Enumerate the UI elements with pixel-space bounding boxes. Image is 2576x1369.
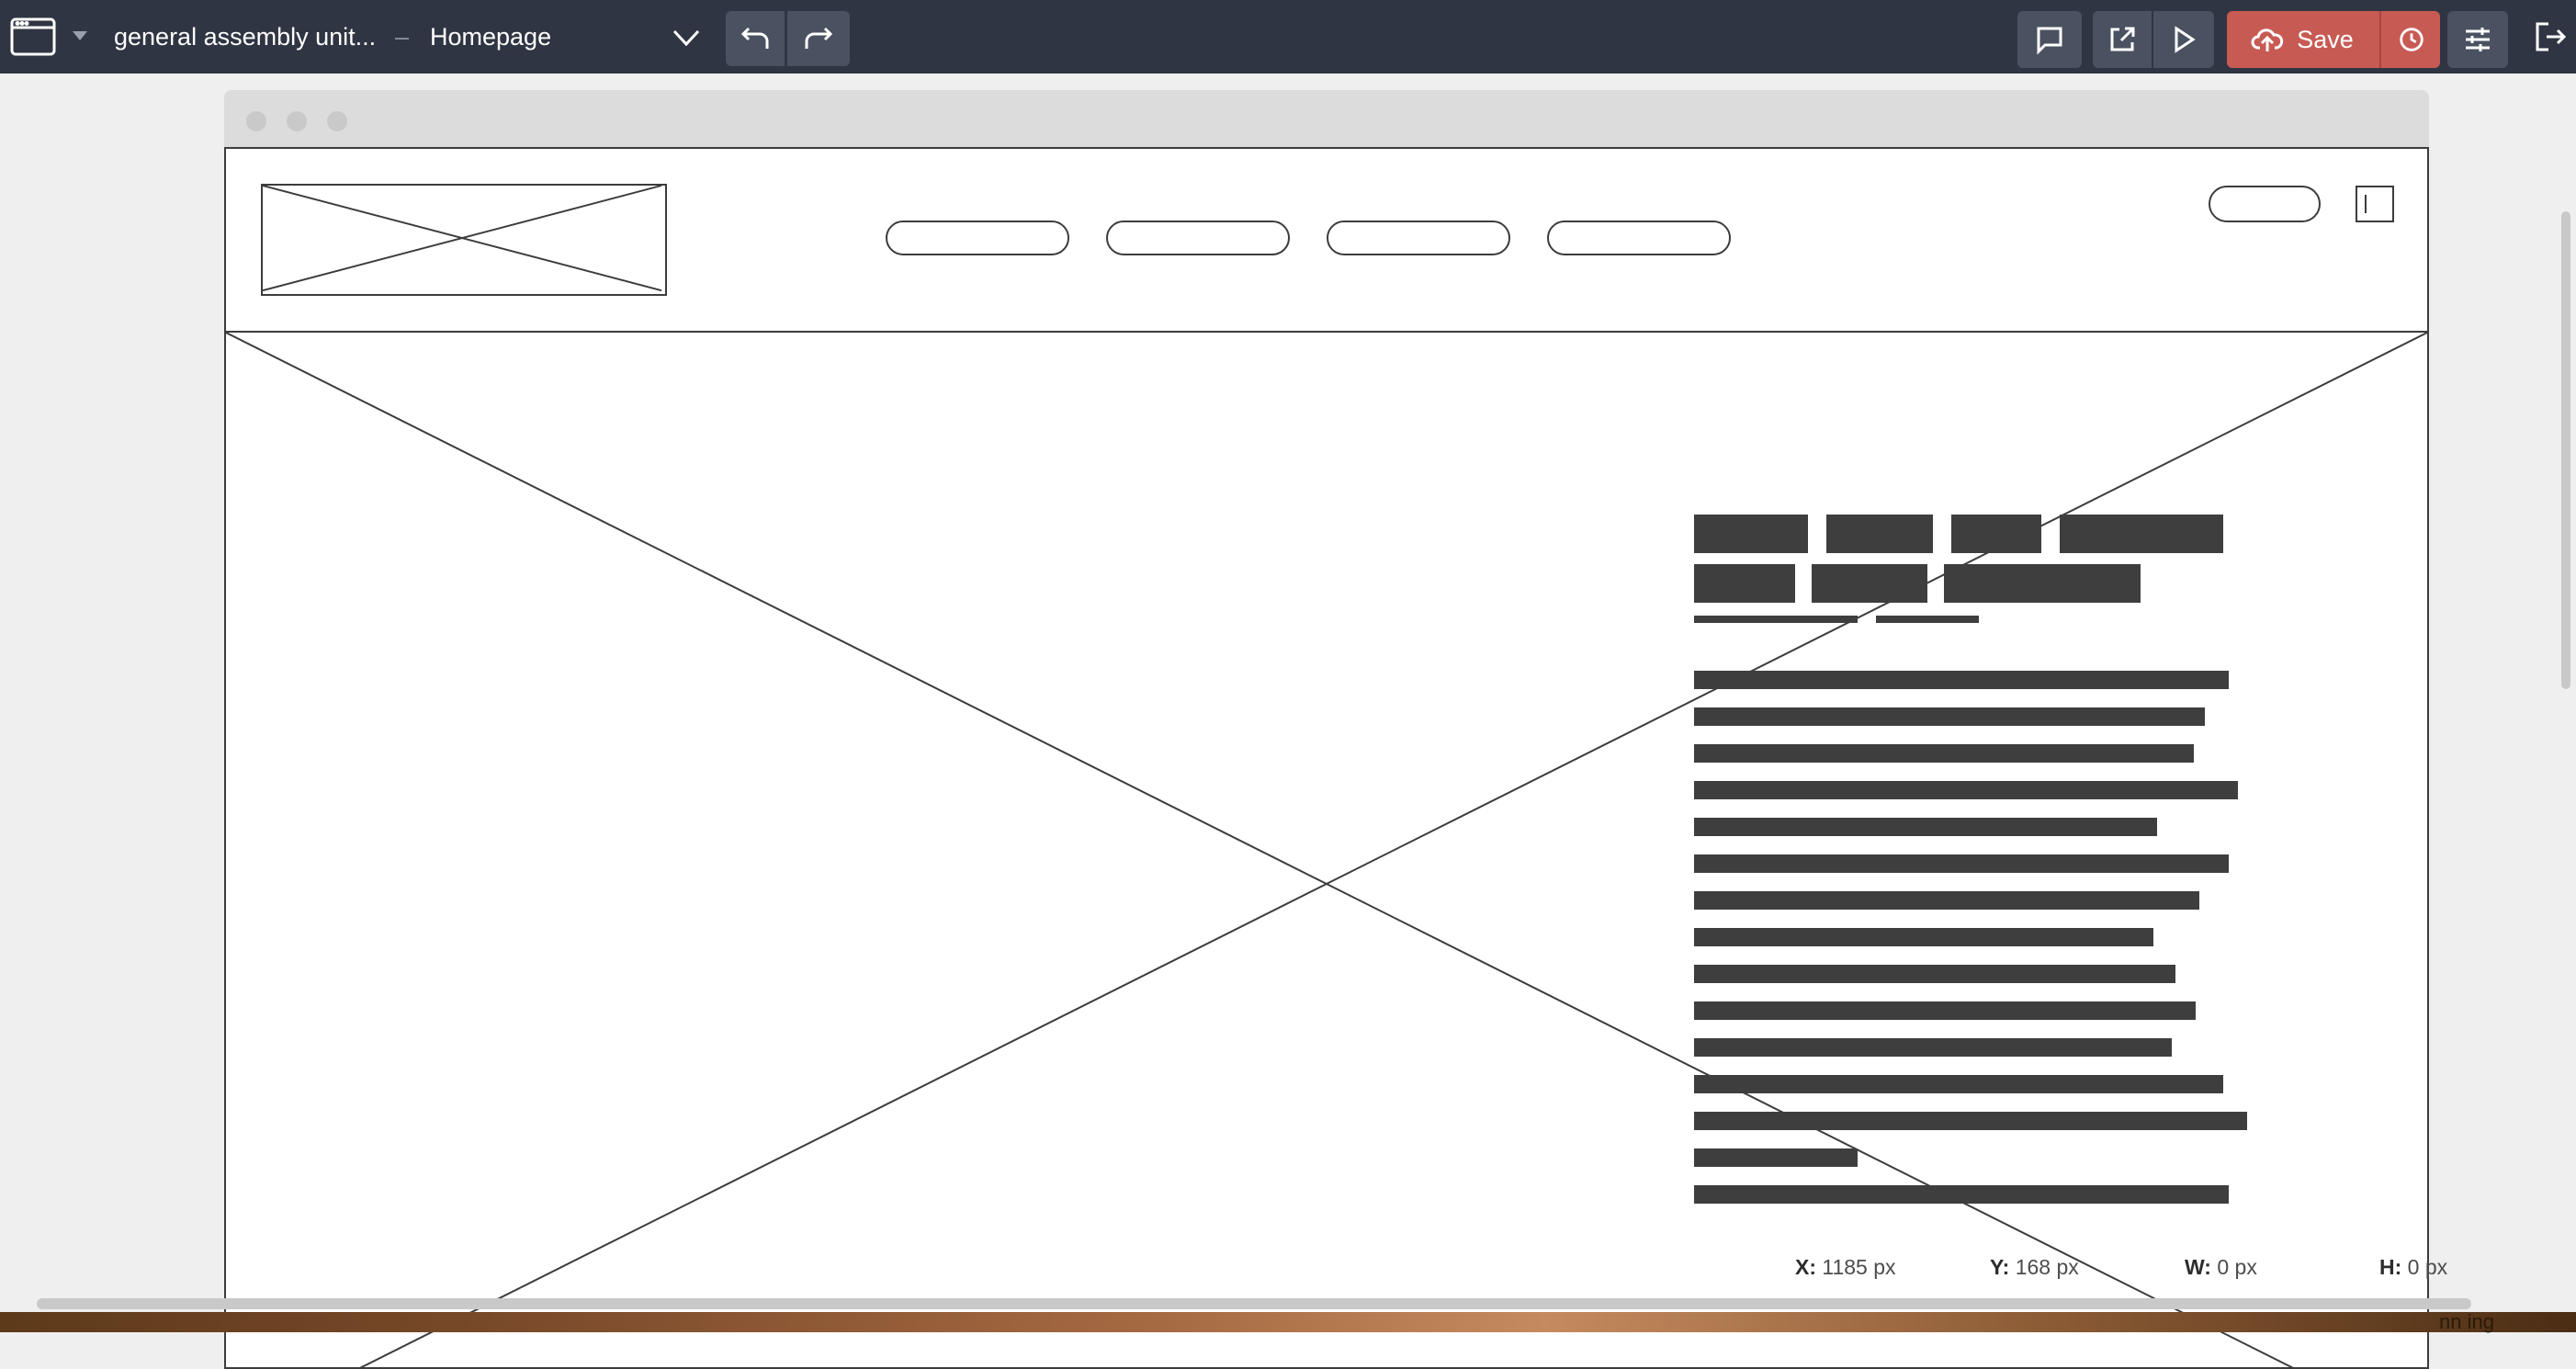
x-readout: X: 1185 px xyxy=(1795,1255,1896,1280)
w-readout-label: W: xyxy=(2185,1255,2211,1279)
history-button[interactable] xyxy=(2379,11,2442,68)
y-readout-label: Y: xyxy=(1990,1255,2010,1279)
design-canvas[interactable] xyxy=(0,74,2576,1369)
redo-button[interactable] xyxy=(787,11,850,66)
text-line xyxy=(1694,965,2175,983)
page-name[interactable]: Homepage xyxy=(430,0,551,74)
window-dot xyxy=(327,111,347,131)
chevron-down-icon[interactable] xyxy=(671,22,702,53)
text-line xyxy=(1694,744,2194,763)
image-placeholder-icon xyxy=(263,186,662,292)
text-line xyxy=(1694,1185,2229,1204)
search-box[interactable] xyxy=(2356,186,2394,222)
title-separator: – xyxy=(395,23,410,51)
comment-icon xyxy=(2037,27,2062,55)
preview-button[interactable] xyxy=(2153,11,2214,68)
logo-placeholder[interactable] xyxy=(261,184,667,296)
exit-icon[interactable] xyxy=(2534,20,2567,53)
comment-button[interactable] xyxy=(2017,11,2082,68)
top-toolbar: general assembly unit... – Homepage Save xyxy=(0,0,2576,74)
h-readout-label: H: xyxy=(2379,1255,2402,1279)
nav-link-4[interactable] xyxy=(1547,221,1731,255)
subheading-line xyxy=(1694,616,1858,623)
x-readout-label: X: xyxy=(1795,1255,1816,1279)
y-readout: Y: 168 px xyxy=(1990,1255,2079,1280)
text-line xyxy=(1694,891,2199,910)
text-line xyxy=(1694,1038,2172,1057)
heading-word xyxy=(1694,515,1808,553)
nav-link-3[interactable] xyxy=(1327,221,1510,255)
text-line xyxy=(1694,928,2153,946)
horizontal-scrollbar[interactable] xyxy=(37,1298,2471,1309)
w-readout: W: 0 px xyxy=(2185,1255,2257,1280)
h-readout: H: 0 px xyxy=(2379,1255,2447,1280)
hero-image-placeholder[interactable] xyxy=(226,333,2427,1369)
export-button[interactable] xyxy=(2093,11,2152,68)
cloud-upload-icon xyxy=(2251,28,2284,51)
text-line xyxy=(1694,1001,2196,1020)
heading-word xyxy=(1826,515,1933,553)
nav-link-2[interactable] xyxy=(1106,221,1290,255)
header-button[interactable] xyxy=(2209,186,2321,222)
text-line xyxy=(1694,1075,2223,1093)
text-line xyxy=(1694,707,2205,726)
w-readout-value: 0 px xyxy=(2217,1255,2257,1279)
text-line xyxy=(1694,671,2229,689)
undo-button[interactable] xyxy=(726,11,785,66)
caret-down-icon[interactable] xyxy=(72,29,88,42)
settings-button[interactable] xyxy=(2447,11,2508,68)
heading-word xyxy=(1951,515,2041,553)
heading-word xyxy=(1694,564,1795,603)
history-icon xyxy=(2400,28,2423,51)
window-dot xyxy=(246,111,266,131)
window-dot xyxy=(287,111,307,131)
text-line xyxy=(1694,1112,2247,1130)
text-cursor xyxy=(2365,195,2367,213)
nav-link-1[interactable] xyxy=(886,221,1069,255)
subheading-line xyxy=(1876,616,1979,623)
save-label: Save xyxy=(2297,25,2354,53)
text-line xyxy=(1694,818,2157,836)
save-button-group: Save xyxy=(2227,11,2440,68)
redo-icon xyxy=(805,27,833,49)
text-line xyxy=(1694,1148,1858,1167)
x-readout-value: 1185 px xyxy=(1822,1255,1896,1279)
sliders-icon xyxy=(2466,28,2490,51)
text-line xyxy=(1694,854,2229,873)
heading-word xyxy=(2060,515,2223,553)
wireframe-page[interactable] xyxy=(224,147,2429,1369)
project-name[interactable]: general assembly unit... xyxy=(114,0,376,74)
external-link-icon xyxy=(2110,27,2135,51)
text-line xyxy=(1694,781,2238,799)
heading-word xyxy=(1812,564,1927,603)
play-icon xyxy=(2175,26,2196,53)
window-icon[interactable] xyxy=(9,17,57,57)
heading-word xyxy=(1944,564,2141,603)
save-button[interactable]: Save xyxy=(2227,11,2378,68)
vertical-scrollbar[interactable] xyxy=(2561,211,2570,689)
browser-window-chrome xyxy=(224,90,2429,147)
taskbar-text: nn ing xyxy=(2439,1310,2494,1333)
y-readout-value: 168 px xyxy=(2015,1255,2079,1279)
desktop-taskbar xyxy=(0,1312,2576,1332)
h-readout-value: 0 px xyxy=(2407,1255,2448,1279)
undo-icon xyxy=(740,27,769,49)
